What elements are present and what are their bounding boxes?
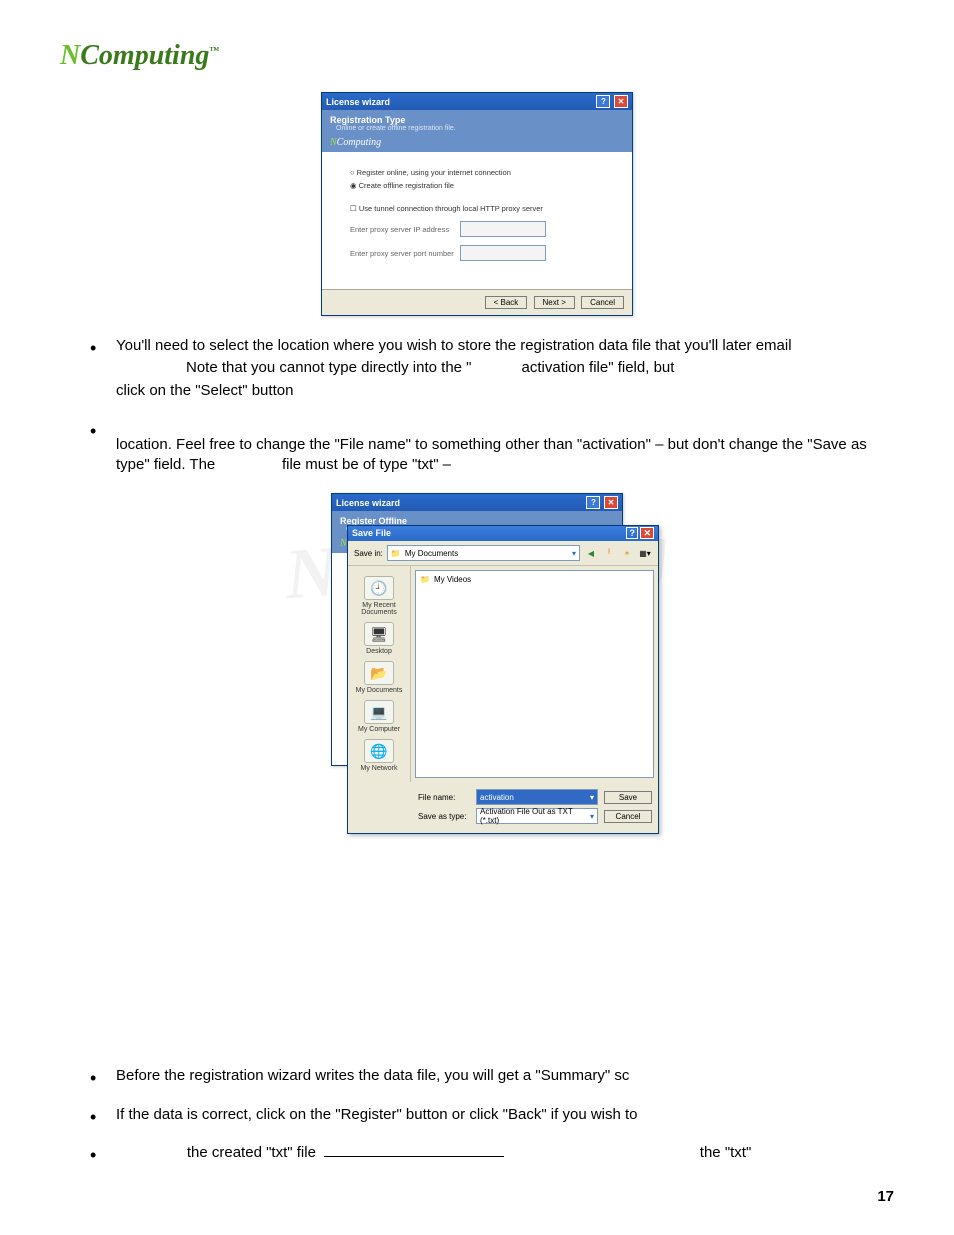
list-item: If the data is correct, click on the "Re… <box>90 1105 894 1125</box>
instruction-list-2: Before the registration wizard writes th… <box>90 1066 894 1163</box>
label-proxy-port: Enter proxy server port number <box>350 249 460 258</box>
folder-item[interactable]: 📁 My Videos <box>420 575 649 584</box>
titlebar: License wizard ? ✕ <box>322 93 632 110</box>
file-list[interactable]: 📁 My Videos <box>415 570 654 778</box>
saveas-label: Save as type: <box>418 812 470 821</box>
up-icon[interactable]: ⭱ <box>602 546 616 560</box>
save-in-combo[interactable]: 📁 My Documents ▾ <box>387 545 580 561</box>
new-folder-icon[interactable]: ✶ <box>620 546 634 560</box>
folder-icon: 📁 <box>420 575 430 584</box>
place-recent[interactable]: 🕘My Recent Documents <box>348 576 410 616</box>
list-item: location. Feel free to change the "File … <box>90 419 894 476</box>
list-item: the created "txt" file the "txt" <box>90 1143 894 1163</box>
save-file-dialog: Save File ? ✕ Save in: 📁 My Documents ▾ … <box>347 525 659 834</box>
filename-input[interactable]: activation▾ <box>476 789 598 805</box>
close-icon[interactable]: ✕ <box>640 527 654 539</box>
close-icon[interactable]: ✕ <box>604 496 618 509</box>
help-icon[interactable]: ? <box>596 95 610 108</box>
label-proxy-ip: Enter proxy server IP address <box>350 225 460 234</box>
folder-icon: 📁 <box>391 549 401 558</box>
back-button[interactable]: < Back <box>485 296 528 309</box>
chevron-down-icon: ▾ <box>590 812 594 821</box>
instruction-list: You'll need to select the location where… <box>90 336 894 475</box>
checkbox-tunnel[interactable]: ☐ Use tunnel connection through local HT… <box>350 204 614 213</box>
radio-register-online[interactable]: ○ Register online, using your internet c… <box>350 168 614 177</box>
window-title: License wizard <box>326 97 390 107</box>
places-bar: 🕘My Recent Documents 🖥Desktop 📂My Docume… <box>348 566 411 782</box>
dialog-title: Save File <box>352 528 391 539</box>
list-item: You'll need to select the location where… <box>90 336 894 401</box>
chevron-down-icon: ▾ <box>590 793 594 802</box>
next-button[interactable]: Next > <box>534 296 575 309</box>
input-proxy-port[interactable] <box>460 245 546 261</box>
saveas-type-combo[interactable]: Activation File Out as TXT (*.txt)▾ <box>476 808 598 824</box>
save-button[interactable]: Save <box>604 791 652 804</box>
close-icon[interactable]: ✕ <box>614 95 628 108</box>
radio-create-offline[interactable]: ◉ Create offline registration file <box>350 181 614 190</box>
license-wizard-registration-type: License wizard ? ✕ Registration Type Onl… <box>321 92 633 316</box>
filename-label: File name: <box>418 793 470 802</box>
cancel-button[interactable]: Cancel <box>581 296 624 309</box>
place-mydocuments[interactable]: 📂My Documents <box>348 661 410 694</box>
place-mynetwork[interactable]: 🌐My Network <box>348 739 410 772</box>
help-icon[interactable]: ? <box>586 496 600 509</box>
header-subtitle: Online or create offline registration fi… <box>336 125 624 132</box>
page-number: 17 <box>877 1188 894 1205</box>
header-title: Registration Type <box>330 115 624 125</box>
help-icon[interactable]: ? <box>626 527 638 539</box>
place-desktop[interactable]: 🖥Desktop <box>348 622 410 655</box>
brand-logo: NComputing™ <box>60 40 894 72</box>
list-item: Before the registration wizard writes th… <box>90 1066 894 1086</box>
blank-underline <box>324 1156 504 1157</box>
window-title: License wizard <box>336 498 400 508</box>
back-icon[interactable]: ◀ <box>584 546 598 560</box>
chevron-down-icon: ▾ <box>572 549 576 558</box>
cancel-button[interactable]: Cancel <box>604 810 652 823</box>
wizard-brand: NNComputingComputing <box>322 135 632 152</box>
views-icon[interactable]: ▦▾ <box>638 546 652 560</box>
save-file-composite: License wizard ? ✕ Register Offline Crea… <box>297 493 657 766</box>
wizard-header: Registration Type Online or create offli… <box>322 110 632 135</box>
input-proxy-ip[interactable] <box>460 221 546 237</box>
save-in-label: Save in: <box>354 549 383 558</box>
place-mycomputer[interactable]: 💻My Computer <box>348 700 410 733</box>
